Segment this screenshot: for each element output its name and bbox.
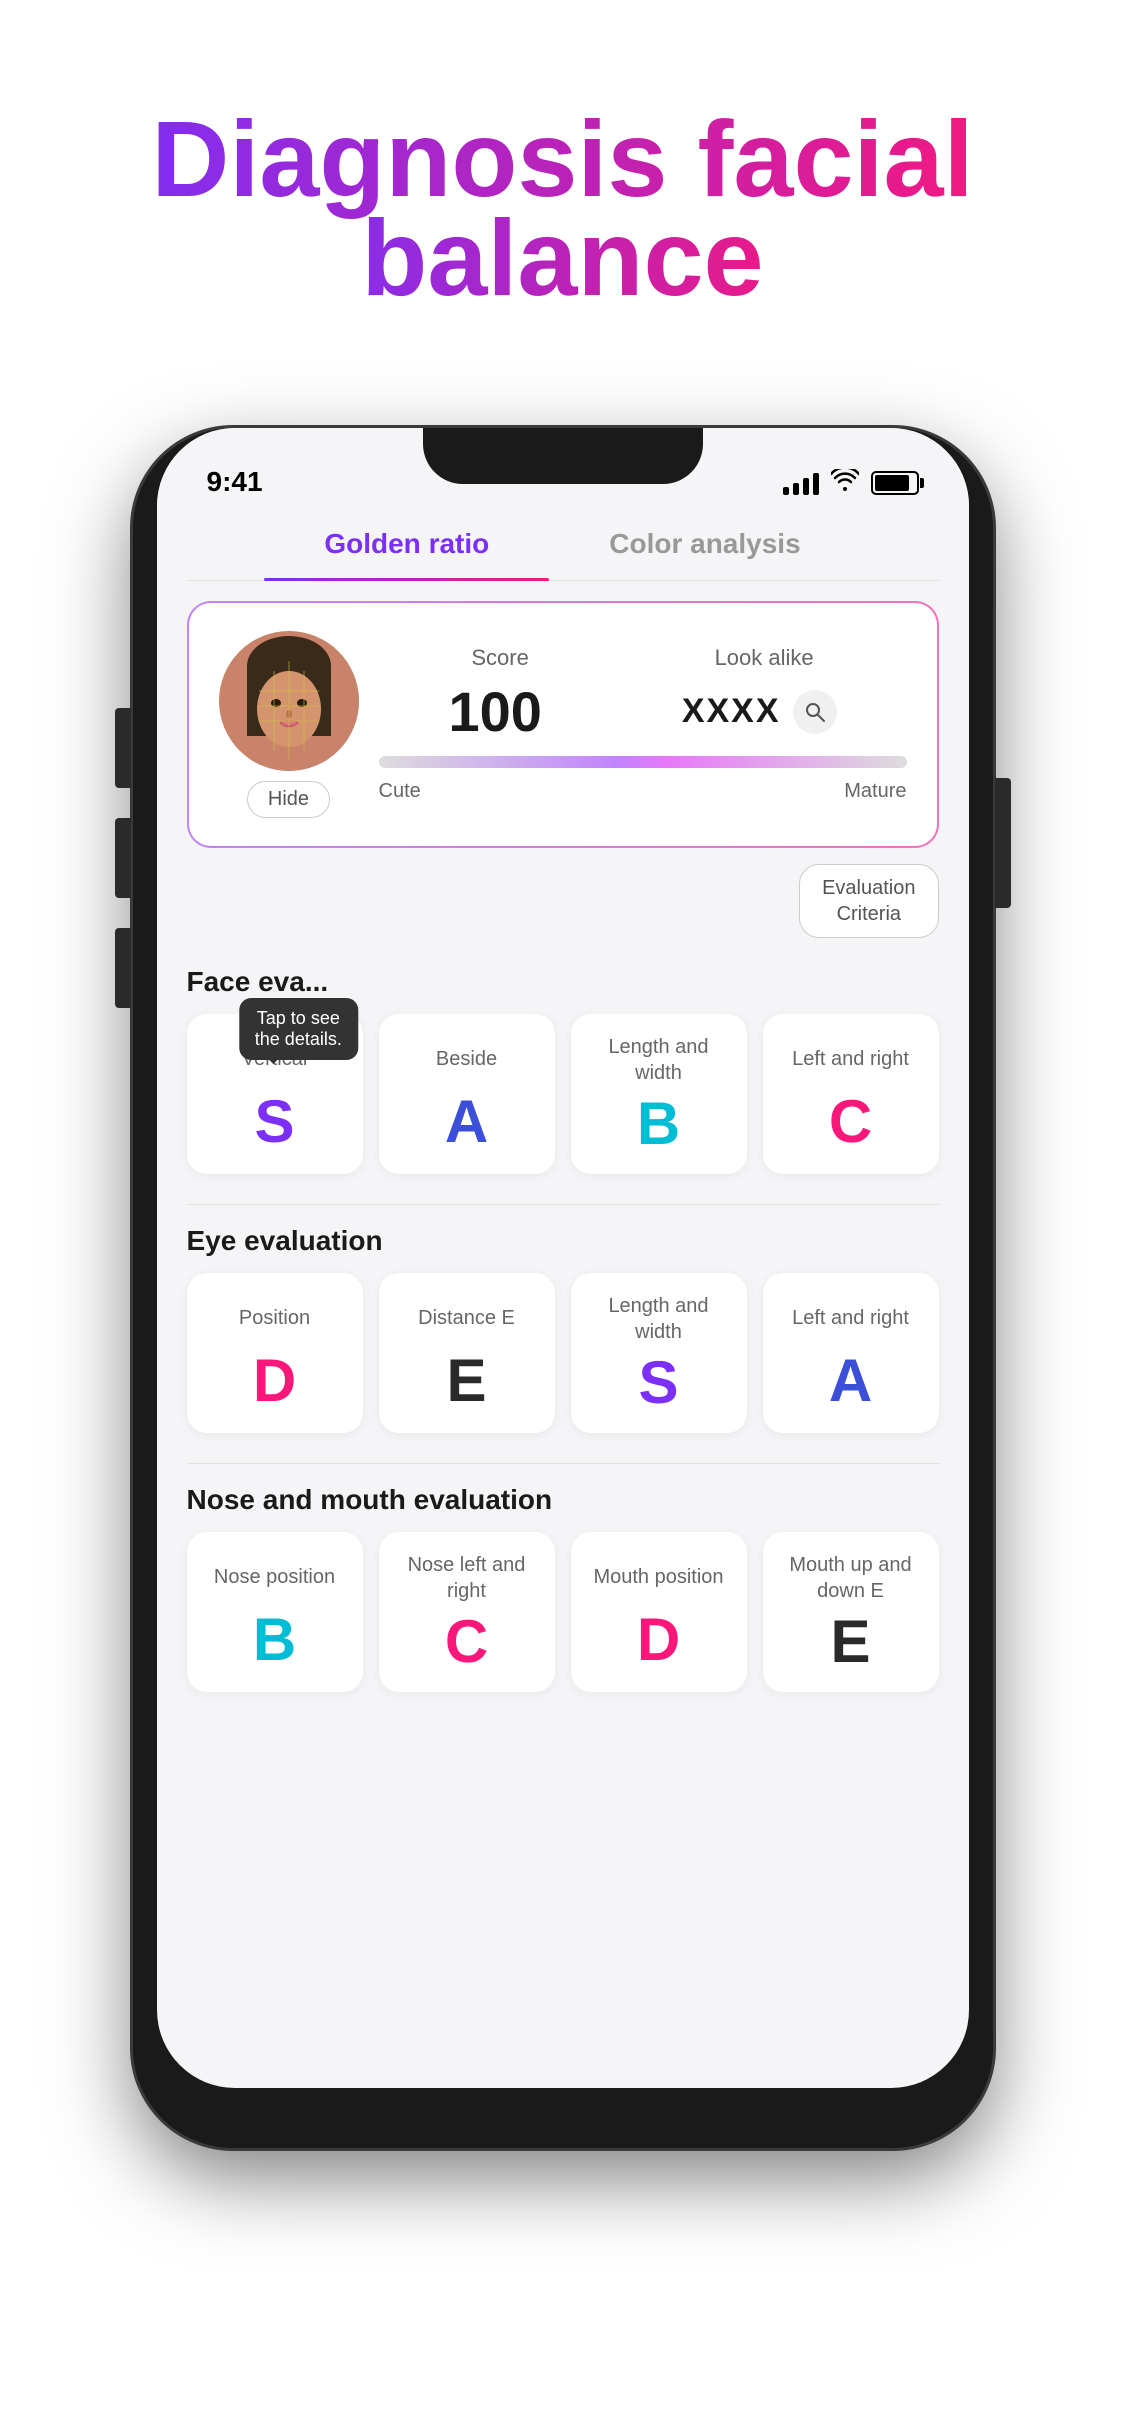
cute-label: Cute: [379, 780, 421, 803]
wifi-icon: [831, 469, 859, 498]
nose-mouth-evaluation-grid: Nose position B Nose left and right C Mo…: [187, 1532, 939, 1752]
score-header: Score: [471, 645, 528, 671]
nose-position-card[interactable]: Nose position B: [187, 1532, 363, 1692]
score-labels: Score Look alike: [379, 645, 907, 671]
eye-length-width-card[interactable]: Length and width S: [571, 1273, 747, 1433]
search-button[interactable]: [793, 690, 837, 734]
divider-1: [187, 1204, 939, 1205]
card-label: Left and right: [777, 1034, 925, 1084]
status-icons: [783, 469, 919, 498]
app-content: Golden ratio Color analysis: [157, 508, 969, 1752]
nose-left-right-card[interactable]: Nose left and right C: [379, 1532, 555, 1692]
card-label: Mouth up and down E: [777, 1552, 925, 1604]
card-label: Position: [201, 1293, 349, 1343]
divider-2: [187, 1463, 939, 1464]
face-evaluation-header: Face eva...: [187, 966, 939, 998]
grade-letter: B: [201, 1610, 349, 1670]
search-icon: [804, 701, 826, 723]
status-time: 9:41: [207, 466, 263, 498]
card-label: Nose position: [201, 1552, 349, 1602]
grade-letter: B: [585, 1094, 733, 1154]
mature-label: Mature: [844, 780, 906, 803]
phone-shell: 9:41: [133, 428, 993, 2148]
face-evaluation-grid: Tap to see the details. Vertical S Besid…: [187, 1014, 939, 1174]
tooltip: Tap to see the details.: [239, 998, 358, 1060]
card-label: Beside: [393, 1034, 541, 1084]
phone-screen: 9:41: [157, 428, 969, 2088]
avatar-svg: [219, 631, 359, 771]
grade-letter: E: [393, 1351, 541, 1411]
grade-letter: C: [393, 1612, 541, 1672]
face-length-width-card[interactable]: Length and width B: [571, 1014, 747, 1174]
cute-mature-slider: [379, 756, 907, 768]
eye-position-card[interactable]: Position D: [187, 1273, 363, 1433]
score-number: 100: [448, 679, 541, 744]
avatar: [219, 631, 359, 771]
eye-evaluation-grid: Position D Distance E E Length and width…: [187, 1273, 939, 1433]
nose-mouth-evaluation-header: Nose and mouth evaluation: [187, 1484, 939, 1516]
hide-button[interactable]: Hide: [247, 781, 330, 818]
look-alike-text: XXXX: [682, 692, 781, 731]
tab-golden-ratio[interactable]: Golden ratio: [264, 508, 549, 580]
look-alike-header: Look alike: [715, 645, 814, 671]
face-left-right-card[interactable]: Left and right C: [763, 1014, 939, 1174]
mouth-position-card[interactable]: Mouth position D: [571, 1532, 747, 1692]
score-values: 100 XXXX: [379, 679, 907, 744]
score-card: Hide Score Look alike 100 XXXX: [187, 601, 939, 848]
evaluation-criteria-button[interactable]: Evaluation Criteria: [799, 864, 938, 938]
score-section: Score Look alike 100 XXXX: [379, 645, 907, 803]
eye-evaluation-header: Eye evaluation: [187, 1225, 939, 1257]
grade-letter: D: [585, 1610, 733, 1670]
card-label: Length and width: [585, 1034, 733, 1086]
grade-letter: D: [201, 1351, 349, 1411]
card-label: Length and width: [585, 1293, 733, 1345]
face-beside-card[interactable]: Beside A: [379, 1014, 555, 1174]
grade-letter: C: [777, 1092, 925, 1152]
grade-letter: S: [201, 1092, 349, 1152]
card-label: Distance E: [393, 1293, 541, 1343]
card-label: Mouth position: [585, 1552, 733, 1602]
eye-left-right-card[interactable]: Left and right A: [763, 1273, 939, 1433]
tabs-row: Golden ratio Color analysis: [187, 508, 939, 581]
grade-letter: E: [777, 1612, 925, 1672]
grade-letter: A: [393, 1092, 541, 1152]
grade-letter: S: [585, 1353, 733, 1413]
grade-letter: A: [777, 1351, 925, 1411]
tab-color-analysis[interactable]: Color analysis: [549, 508, 860, 580]
mouth-up-down-card[interactable]: Mouth up and down E E: [763, 1532, 939, 1692]
face-vertical-card[interactable]: Tap to see the details. Vertical S: [187, 1014, 363, 1174]
phone-mockup: 9:41: [133, 398, 993, 2148]
signal-icon: [783, 471, 819, 495]
card-label: Nose left and right: [393, 1552, 541, 1604]
look-alike-row: XXXX: [682, 690, 837, 734]
cute-mature-labels: Cute Mature: [379, 780, 907, 803]
hero-subtitle: balance: [301, 199, 823, 318]
battery-icon: [871, 471, 919, 495]
eye-distance-card[interactable]: Distance E E: [379, 1273, 555, 1433]
phone-notch: [423, 428, 703, 484]
card-label: Left and right: [777, 1293, 925, 1343]
